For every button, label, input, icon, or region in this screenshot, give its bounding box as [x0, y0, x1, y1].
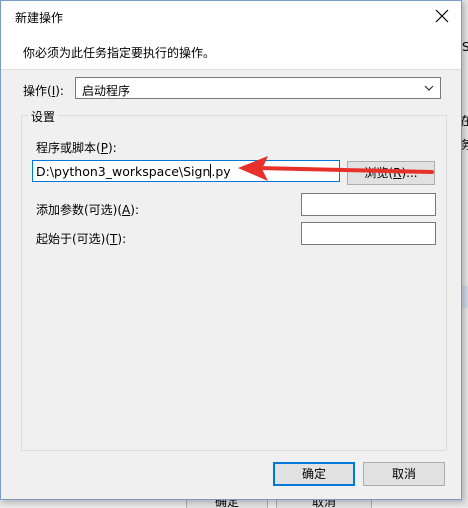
description-area: 你必须为此任务指定要执行的操作。: [1, 31, 461, 70]
program-script-label-key: P: [100, 141, 108, 155]
start-in-label-end: ):: [117, 232, 127, 246]
browse-button[interactable]: 浏览(R)...: [347, 161, 435, 185]
dialog-title: 新建操作: [15, 11, 64, 25]
program-script-value: D:\python3_workspace\Sign: [36, 164, 211, 179]
program-script-label-end: ):: [107, 141, 117, 155]
start-in-input[interactable]: [301, 222, 436, 245]
start-in-label: 起始于(可选)(T):: [36, 230, 126, 247]
add-arguments-label-text: 添加参数(可选)(: [36, 203, 123, 217]
program-script-value-suffix: .py: [211, 164, 231, 179]
program-script-label: 程序或脚本(P):: [36, 139, 117, 156]
browse-button-end: )...: [401, 166, 418, 180]
program-script-input[interactable]: D:\python3_workspace\Sign.py: [32, 160, 340, 182]
settings-group-title: 设置: [28, 108, 59, 125]
program-script-label-text: 程序或脚本(: [36, 141, 101, 155]
browse-button-text: 浏览(: [364, 166, 394, 180]
close-button[interactable]: [429, 5, 455, 27]
background-text-fragment: S: [462, 40, 468, 54]
new-action-dialog: 新建操作 你必须为此任务指定要执行的操作。 操作(I): 启动程序 设置 程序或…: [0, 0, 462, 500]
close-icon: [435, 9, 449, 23]
add-arguments-input[interactable]: [301, 193, 436, 216]
add-arguments-label: 添加参数(可选)(A):: [36, 201, 139, 218]
chevron-down-icon: [424, 85, 434, 91]
action-label-end: ):: [55, 84, 64, 98]
action-dropdown-value: 启动程序: [82, 84, 131, 98]
action-label-text: 操作(: [23, 84, 52, 98]
action-label: 操作(I):: [23, 82, 64, 99]
action-dropdown[interactable]: 启动程序: [75, 77, 441, 99]
start-in-label-text: 起始于(可选)(: [36, 232, 111, 246]
cancel-button[interactable]: 取消: [363, 462, 445, 486]
description-text: 你必须为此任务指定要执行的操作。: [23, 46, 216, 60]
dialog-titlebar[interactable]: 新建操作: [1, 1, 461, 31]
ok-button[interactable]: 确定: [273, 462, 355, 486]
add-arguments-label-end: ):: [130, 203, 139, 217]
